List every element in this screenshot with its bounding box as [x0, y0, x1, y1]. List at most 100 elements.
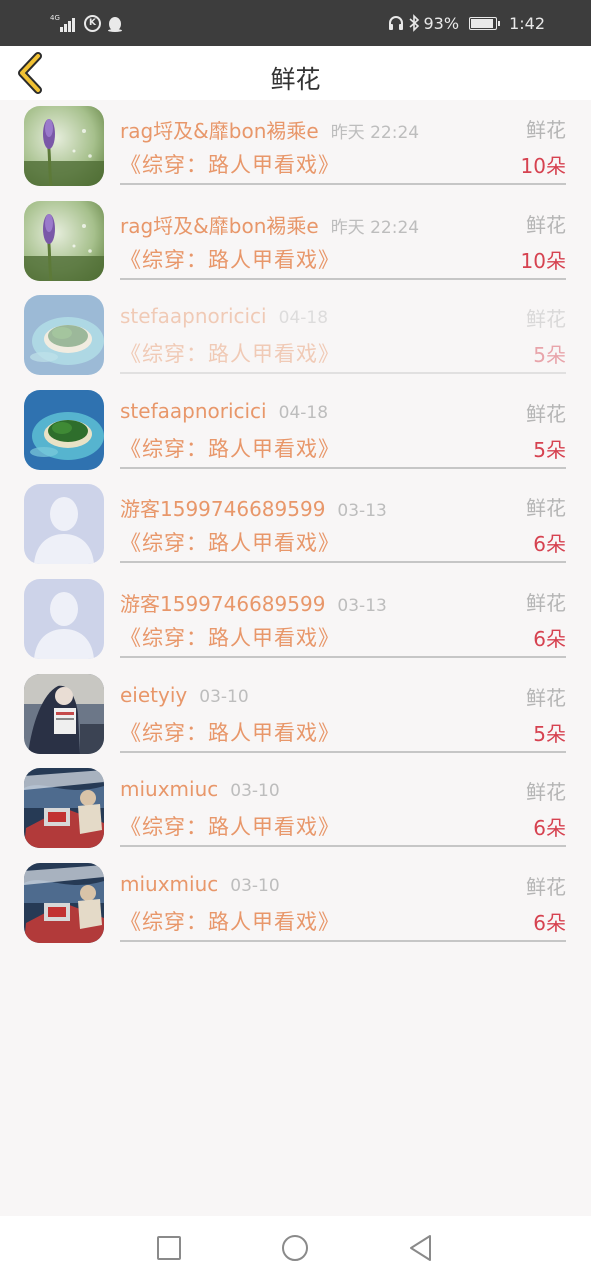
- book-title-link[interactable]: 《综穿：路人甲看戏》: [120, 149, 340, 179]
- battery-percent: 93%: [423, 13, 460, 33]
- record-content: stefaapnoricici 04-18 鲜花《综穿：路人甲看戏》 5朵: [120, 289, 566, 375]
- avatar[interactable]: [24, 862, 104, 943]
- username[interactable]: rag埒及&靡bon裼乘e 昨天 22:24: [120, 210, 419, 239]
- username[interactable]: 游客1599746689599 03-13: [120, 588, 387, 617]
- list-item[interactable]: stefaapnoricici 04-18 鲜花《综穿：路人甲看戏》 5朵: [0, 384, 591, 479]
- circle-icon: [282, 1235, 308, 1261]
- book-title-link[interactable]: 《综穿：路人甲看戏》: [120, 906, 340, 936]
- gift-quantity: 10朵: [520, 154, 566, 178]
- avatar[interactable]: [24, 484, 104, 565]
- book-title-link[interactable]: 《综穿：路人甲看戏》: [120, 811, 340, 841]
- network-type-label: 4G: [50, 14, 60, 22]
- gift-quantity: 6朵: [533, 910, 566, 935]
- username-text: stefaapnoricici: [120, 398, 267, 423]
- gift-quantity: 6朵: [533, 532, 566, 557]
- avatar[interactable]: [24, 106, 104, 186]
- record-content: 游客1599746689599 03-13 鲜花《综穿：路人甲看戏》 6朵: [120, 478, 566, 564]
- username-text: stefaapnoricici: [120, 304, 267, 329]
- gift-quantity: 6朵: [533, 626, 566, 651]
- nav-back-button[interactable]: [405, 1232, 437, 1264]
- gift-record-list: rag埒及&靡bon裼乘e 昨天 22:24 鲜花 《综穿：路人甲看戏》 10朵 rag…: [0, 100, 591, 951]
- headphones-icon: [388, 16, 403, 30]
- username[interactable]: stefaapnoricici 04-18: [120, 304, 328, 328]
- gift-quantity: 6朵: [533, 816, 566, 841]
- avatar[interactable]: [24, 673, 104, 754]
- avatar[interactable]: [24, 389, 104, 470]
- username[interactable]: miuxmiuc 03-10: [120, 777, 280, 801]
- clock: 1:42: [509, 13, 545, 33]
- username-text: 游客1599746689599: [120, 591, 326, 616]
- record-date: 04-18: [278, 402, 329, 423]
- gift-type-label: 鲜花: [526, 401, 566, 426]
- username[interactable]: eietyiy 03-10: [120, 683, 249, 707]
- system-nav-bar: [0, 1216, 591, 1280]
- gift-type-label: 鲜花: [526, 590, 566, 615]
- record-content: stefaapnoricici 04-18 鲜花《综穿：路人甲看戏》 5朵: [120, 384, 566, 469]
- avatar[interactable]: [24, 295, 104, 376]
- username-text: rag埒及&靡bon裼乘e: [120, 213, 319, 238]
- gift-quantity: 10朵: [520, 248, 566, 273]
- record-date: 03-10: [230, 781, 280, 802]
- list-item[interactable]: eietyiy 03-10 鲜花《综穿：路人甲看戏》 5朵: [0, 668, 591, 763]
- record-content: miuxmiuc 03-10 鲜花《综穿：路人甲看戏》 6朵: [120, 762, 566, 848]
- username-text: rag埒及&靡bon裼乘e: [120, 119, 319, 143]
- username[interactable]: 游客1599746689599 03-13: [120, 493, 387, 522]
- avatar[interactable]: [24, 578, 104, 659]
- record-content: rag埒及&靡bon裼乘e 昨天 22:24 鲜花《综穿：路人甲看戏》 10朵: [120, 100, 566, 185]
- book-title-link[interactable]: 《综穿：路人甲看戏》: [120, 717, 340, 747]
- gift-type-label: 鲜花: [526, 118, 566, 142]
- gift-quantity: 5朵: [533, 721, 566, 746]
- list-item[interactable]: 游客1599746689599 03-13 鲜花《综穿：路人甲看戏》 6朵: [0, 478, 591, 573]
- battery-icon: [469, 16, 501, 30]
- gift-type-label: 鲜花: [526, 874, 566, 899]
- status-left-icons: 4G K: [50, 12, 123, 34]
- gift-type-label: 鲜花: [526, 780, 566, 805]
- username-text: 游客1599746689599: [120, 497, 326, 522]
- triangle-back-icon: [410, 1235, 431, 1261]
- avatar[interactable]: [24, 768, 104, 849]
- book-title-link[interactable]: 《综穿：路人甲看戏》: [120, 338, 340, 368]
- gift-type-label: 鲜花: [526, 496, 566, 521]
- username-text: miuxmiuc: [120, 777, 219, 802]
- record-content: eietyiy 03-10 鲜花《综穿：路人甲看戏》 5朵: [120, 668, 566, 753]
- username-text: miuxmiuc: [120, 871, 219, 896]
- penguin-icon: [108, 16, 122, 32]
- book-title-link[interactable]: 《综穿：路人甲看戏》: [120, 433, 340, 463]
- record-date: 03-13: [337, 501, 387, 522]
- record-content: 游客1599746689599 03-13 鲜花《综穿：路人甲看戏》 6朵: [120, 573, 566, 658]
- list-item[interactable]: miuxmiuc 03-10 鲜花《综穿：路人甲看戏》 6朵: [0, 857, 591, 952]
- username[interactable]: rag埒及&靡bon裼乘e 昨天 22:24: [120, 115, 419, 144]
- list-item[interactable]: rag埒及&靡bon裼乘e 昨天 22:24 鲜花《综穿：路人甲看戏》 10朵: [0, 100, 591, 195]
- book-title-link[interactable]: 《综穿：路人甲看戏》: [120, 527, 340, 557]
- avatar[interactable]: [24, 200, 104, 281]
- home-button[interactable]: [279, 1232, 311, 1264]
- record-date: 03-10: [199, 686, 249, 707]
- username[interactable]: stefaapnoricici 04-18: [120, 399, 328, 423]
- gift-type-label: 鲜花: [526, 212, 566, 237]
- gift-type-label: 鲜花: [526, 307, 566, 332]
- gift-quantity: 5朵: [533, 343, 566, 368]
- username[interactable]: miuxmiuc 03-10: [120, 872, 280, 896]
- book-title-link[interactable]: 《综穿：路人甲看戏》: [120, 622, 340, 652]
- gift-quantity: 5朵: [533, 437, 566, 462]
- username-text: eietyiy: [120, 682, 188, 707]
- record-content: miuxmiuc 03-10 鲜花《综穿：路人甲看戏》 6朵: [120, 857, 566, 942]
- cell-signal-icon: 4G: [50, 14, 78, 32]
- record-date: 03-10: [230, 875, 280, 896]
- record-content: rag埒及&靡bon裼乘e 昨天 22:24 鲜花《综穿：路人甲看戏》 10朵: [120, 195, 566, 280]
- bluetooth-icon: [408, 14, 419, 32]
- list-item[interactable]: stefaapnoricici 04-18 鲜花《综穿：路人甲看戏》 5朵: [0, 289, 591, 384]
- list-item[interactable]: 游客1599746689599 03-13 鲜花《综穿：路人甲看戏》 6朵: [0, 573, 591, 668]
- status-bar: 4G K 93% 1:42: [0, 0, 591, 46]
- square-icon: [157, 1236, 181, 1260]
- page-title: 鲜花: [270, 65, 321, 94]
- record-date: 03-13: [337, 595, 387, 616]
- gift-type-label: 鲜花: [526, 685, 566, 710]
- list-item[interactable]: miuxmiuc 03-10 鲜花《综穿：路人甲看戏》 6朵: [0, 762, 591, 857]
- list-item[interactable]: rag埒及&靡bon裼乘e 昨天 22:24 鲜花《综穿：路人甲看戏》 10朵: [0, 195, 591, 290]
- record-date: 昨天 22:24: [330, 217, 420, 238]
- status-right-icons: 93% 1:42: [388, 11, 545, 35]
- book-title-link[interactable]: 《综穿：路人甲看戏》: [120, 244, 340, 274]
- recents-button[interactable]: [153, 1232, 185, 1264]
- header: 鲜花: [0, 46, 591, 100]
